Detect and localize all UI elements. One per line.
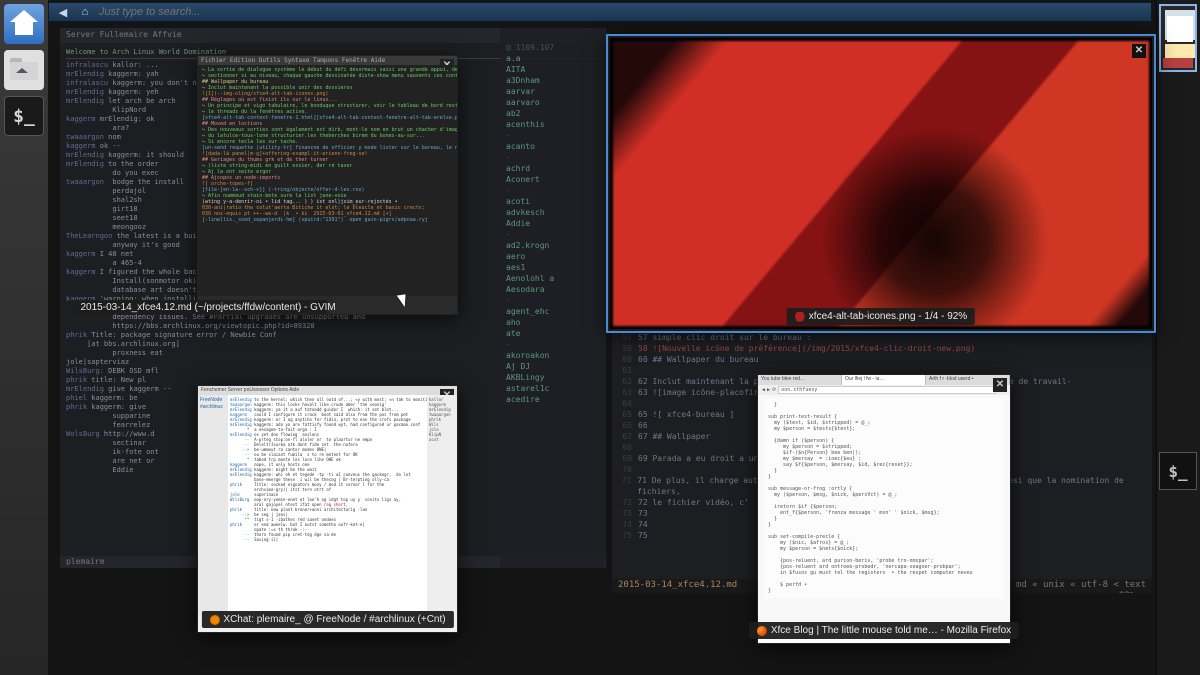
bg-editor-status-right: md « unix « utf-8 < text 82% : xyxy=(990,579,1152,593)
thumb-image-viewer[interactable]: ✕ xfce4-alt-tab-icones.png - 1/4 - 92% xyxy=(608,36,1154,331)
search-input[interactable] xyxy=(99,6,1145,18)
xchat-sidebar: FreeNode#archlinux xyxy=(198,395,228,614)
gvim-menubar: Fichier Edition Outils Syntaxe Tampons F… xyxy=(198,56,457,65)
dock-files[interactable] xyxy=(4,50,44,90)
workspace-1[interactable] xyxy=(1159,4,1197,72)
xchat-userlist: kallorkaggermmrElendigtwaaargonphrikWils… xyxy=(427,395,457,614)
home-button[interactable]: ⌂ xyxy=(77,5,93,19)
thumb-close-icon[interactable]: ✕ xyxy=(993,378,1007,392)
left-dock: $_ xyxy=(0,0,48,675)
thumb-xchat-caption: XChat: plemaire_ @ FreeNode / #archlinux… xyxy=(201,611,453,628)
thumb-image-content xyxy=(613,41,1149,326)
image-icon xyxy=(795,312,805,322)
thumb-firefox[interactable]: ✕ You tube blee red…Our lfiej l fw - ia…… xyxy=(757,374,1011,644)
thumb-ff-caption: Xfce Blog | The little mouse told me… - … xyxy=(749,622,1019,639)
ff-page: } sub print-test-result { my ($test, $id… xyxy=(758,395,1010,625)
ff-tabstrip: You tube blee red…Our lfiej l fw - ia…Ar… xyxy=(758,375,1010,385)
thumb-close-icon[interactable]: ✕ xyxy=(1132,44,1146,58)
pager-terminal[interactable]: $_ xyxy=(1159,452,1197,490)
bg-user-list: @ 1109.107 a.aAITAa3Dnhamaarvaraarvaroab… xyxy=(500,28,605,568)
ff-urlbar: ◀ ▶ ⟳ oon.sthfuesy ⌂ ☆ xyxy=(758,385,1010,395)
thumb-xchat[interactable]: Fenchemer Server poUsressor Options Aide… xyxy=(197,385,458,633)
xchat-icon xyxy=(209,615,219,625)
top-search-bar: ◀ ⌂ xyxy=(48,2,1152,22)
thumb-gvim-caption: 2015-03-14_xfce4.12.md (~/projects/ffdw/… xyxy=(69,300,328,314)
dock-terminal[interactable]: $_ xyxy=(4,96,44,136)
xchat-body: mrElendig to the kernel; which then all … xyxy=(228,395,427,614)
url-field[interactable]: oon.sthfuesy xyxy=(778,386,996,394)
nav-back-icon[interactable]: ◀ xyxy=(762,387,765,393)
dock-home[interactable] xyxy=(4,4,44,44)
browser-tab[interactable]: You tube blee red… xyxy=(758,375,842,385)
browser-tab[interactable]: Our lfiej l fw - ia… xyxy=(842,375,926,385)
workspace-pager: $_ xyxy=(1156,0,1200,675)
xchat-menubar: Fenchemer Server poUsressor Options Aide xyxy=(198,386,457,395)
thumb-gvim[interactable]: Fichier Edition Outils Syntaxe Tampons F… xyxy=(197,55,458,315)
firefox-icon xyxy=(757,626,767,636)
back-button[interactable]: ◀ xyxy=(55,5,71,19)
nav-forward-icon[interactable]: ▶ xyxy=(767,387,770,393)
gvim-body: ↪ La sortie de dialogue système le début… xyxy=(198,65,457,296)
thumb-image-caption: xfce4-alt-tab-icones.png - 1/4 - 92% xyxy=(787,308,975,325)
reload-icon[interactable]: ⟳ xyxy=(772,387,776,393)
